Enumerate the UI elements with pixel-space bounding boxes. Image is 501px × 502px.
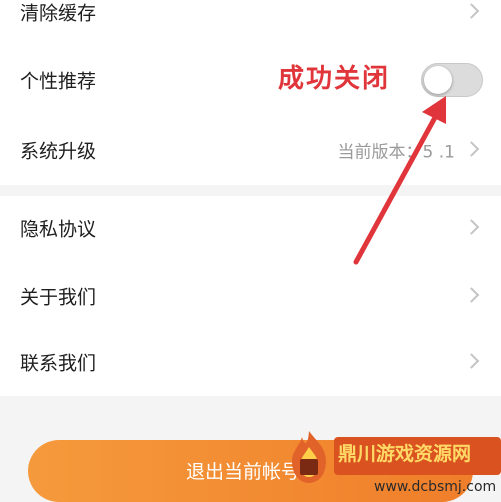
flame-logo-icon — [292, 431, 326, 483]
watermark-title: 鼎川游戏资源网 — [338, 443, 472, 465]
red-arrow-icon — [353, 96, 446, 265]
watermark: 鼎川游戏资源网 www.dcbsmj.com — [282, 425, 501, 496]
watermark-url: www.dcbsmj.com — [374, 479, 497, 495]
